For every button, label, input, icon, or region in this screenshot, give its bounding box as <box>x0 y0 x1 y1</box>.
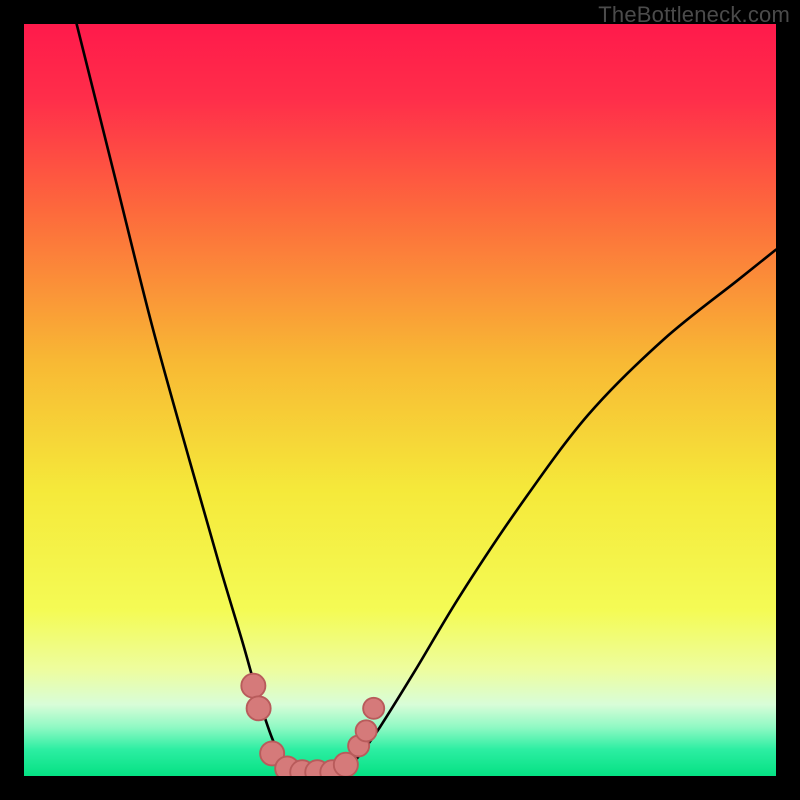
chart-frame <box>24 24 776 776</box>
bead-point <box>356 720 377 741</box>
bead-point <box>247 696 271 720</box>
bead-group <box>241 674 384 776</box>
bead-point <box>241 674 265 698</box>
curve-layer <box>24 24 776 776</box>
curve-left-branch <box>77 24 303 776</box>
bead-point <box>363 698 384 719</box>
curve-right-branch <box>340 250 776 776</box>
